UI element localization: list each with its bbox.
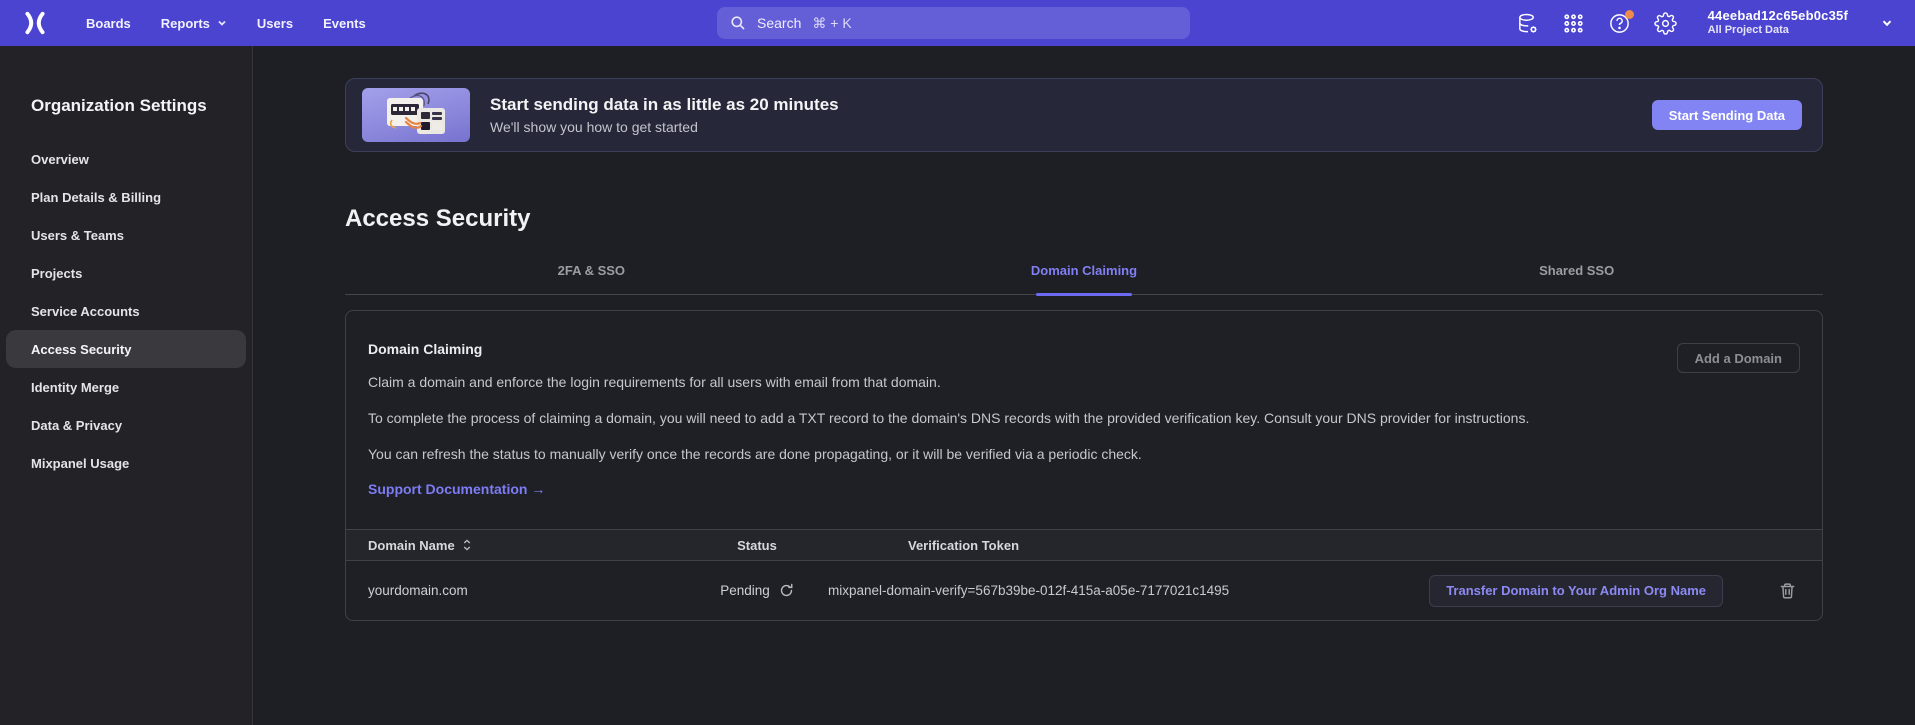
status-cell: Pending (686, 583, 828, 598)
verification-token-cell: mixpanel-domain-verify=567b39be-012f-415… (828, 583, 1388, 598)
panel-paragraph: Claim a domain and enforce the login req… (368, 372, 1778, 393)
banner-title: Start sending data in as little as 20 mi… (490, 95, 839, 115)
column-header-verification-token: Verification Token (828, 538, 1388, 553)
onboarding-banner: Start sending data in as little as 20 mi… (345, 78, 1823, 152)
sidebar-item-mixpanel-usage[interactable]: Mixpanel Usage (6, 444, 246, 482)
search-placeholder: Search (757, 15, 801, 31)
domain-name-cell: yourdomain.com (346, 583, 686, 598)
apps-grid-icon[interactable] (1562, 12, 1585, 35)
sidebar-item-projects[interactable]: Projects (6, 254, 246, 292)
transfer-domain-button[interactable]: Transfer Domain to Your Admin Org Name (1429, 575, 1723, 607)
nav-item-label: Boards (86, 16, 131, 31)
row-actions: Transfer Domain to Your Admin Org Name (1388, 575, 1822, 607)
data-management-icon[interactable] (1516, 12, 1539, 35)
panel-paragraph: To complete the process of claiming a do… (368, 408, 1778, 429)
sidebar-item-identity-merge[interactable]: Identity Merge (6, 368, 246, 406)
panel-paragraph: You can refresh the status to manually v… (368, 444, 1778, 465)
sidebar-title: Organization Settings (31, 96, 246, 116)
refresh-status-icon[interactable] (779, 583, 794, 598)
nav-item-events[interactable]: Events (323, 16, 366, 31)
page-title: Access Security (345, 205, 1823, 233)
search-icon (730, 15, 746, 31)
mixpanel-logo-icon[interactable] (22, 10, 48, 36)
delete-domain-icon[interactable] (1779, 582, 1796, 600)
mixpanel-app: Boards Reports Users Events Search ⌘ + K (0, 0, 1915, 725)
column-header-status: Status (686, 538, 828, 553)
domain-claiming-panel: Domain Claiming Claim a domain and enfor… (345, 310, 1823, 621)
search-input[interactable]: Search ⌘ + K (717, 7, 1190, 39)
column-header-domain-name[interactable]: Domain Name (346, 538, 686, 553)
sort-icon (462, 539, 472, 551)
nav-item-reports[interactable]: Reports (161, 16, 227, 31)
chevron-down-icon (217, 18, 227, 28)
top-nav: Boards Reports Users Events Search ⌘ + K (0, 0, 1915, 46)
sidebar-item-overview[interactable]: Overview (6, 140, 246, 178)
search-shortcut: ⌘ + K (812, 15, 851, 32)
nav-right-cluster: 44eebad12c65eb0c35f All Project Data (1516, 8, 1893, 38)
sidebar-nav: Overview Plan Details & Billing Users & … (6, 140, 246, 482)
table-row: yourdomain.com Pending mixpanel-domain-v… (346, 561, 1822, 620)
sidebar-item-users-teams[interactable]: Users & Teams (6, 216, 246, 254)
start-sending-data-button[interactable]: Start Sending Data (1652, 100, 1802, 130)
nav-item-label: Users (257, 16, 293, 31)
nav-item-boards[interactable]: Boards (86, 16, 131, 31)
help-icon[interactable] (1608, 12, 1631, 35)
banner-subtitle: We'll show you how to get started (490, 119, 839, 135)
project-name-label: All Project Data (1708, 24, 1848, 38)
add-domain-button[interactable]: Add a Domain (1677, 343, 1800, 373)
sidebar-item-plan-details-billing[interactable]: Plan Details & Billing (6, 178, 246, 216)
main-content: Start sending data in as little as 20 mi… (253, 46, 1915, 725)
tab-domain-claiming[interactable]: Domain Claiming (838, 263, 1331, 294)
notification-dot (1625, 10, 1634, 19)
domains-table: Domain Name Status Verification Token yo… (346, 529, 1822, 620)
panel-heading: Domain Claiming (346, 311, 1822, 357)
tab-shared-sso[interactable]: Shared SSO (1330, 263, 1823, 294)
org-id-label: 44eebad12c65eb0c35f (1708, 8, 1848, 24)
sidebar-item-service-accounts[interactable]: Service Accounts (6, 292, 246, 330)
sidebar-item-data-privacy[interactable]: Data & Privacy (6, 406, 246, 444)
nav-item-label: Reports (161, 16, 210, 31)
nav-item-label: Events (323, 16, 366, 31)
devices-illustration (362, 88, 470, 142)
nav-item-users[interactable]: Users (257, 16, 293, 31)
settings-gear-icon[interactable] (1654, 12, 1677, 35)
tab-2fa-sso[interactable]: 2FA & SSO (345, 263, 838, 294)
account-switcher[interactable]: 44eebad12c65eb0c35f All Project Data (1708, 8, 1848, 38)
org-settings-sidebar: Organization Settings Overview Plan Deta… (0, 46, 253, 725)
banner-text: Start sending data in as little as 20 mi… (490, 95, 839, 135)
chevron-down-icon[interactable] (1881, 17, 1893, 29)
status-badge: Pending (720, 583, 770, 598)
sidebar-item-access-security[interactable]: Access Security (6, 330, 246, 368)
tab-bar: 2FA & SSO Domain Claiming Shared SSO (345, 263, 1823, 295)
support-documentation-link[interactable]: Support Documentation → (368, 481, 545, 497)
table-header-row: Domain Name Status Verification Token (346, 529, 1822, 561)
